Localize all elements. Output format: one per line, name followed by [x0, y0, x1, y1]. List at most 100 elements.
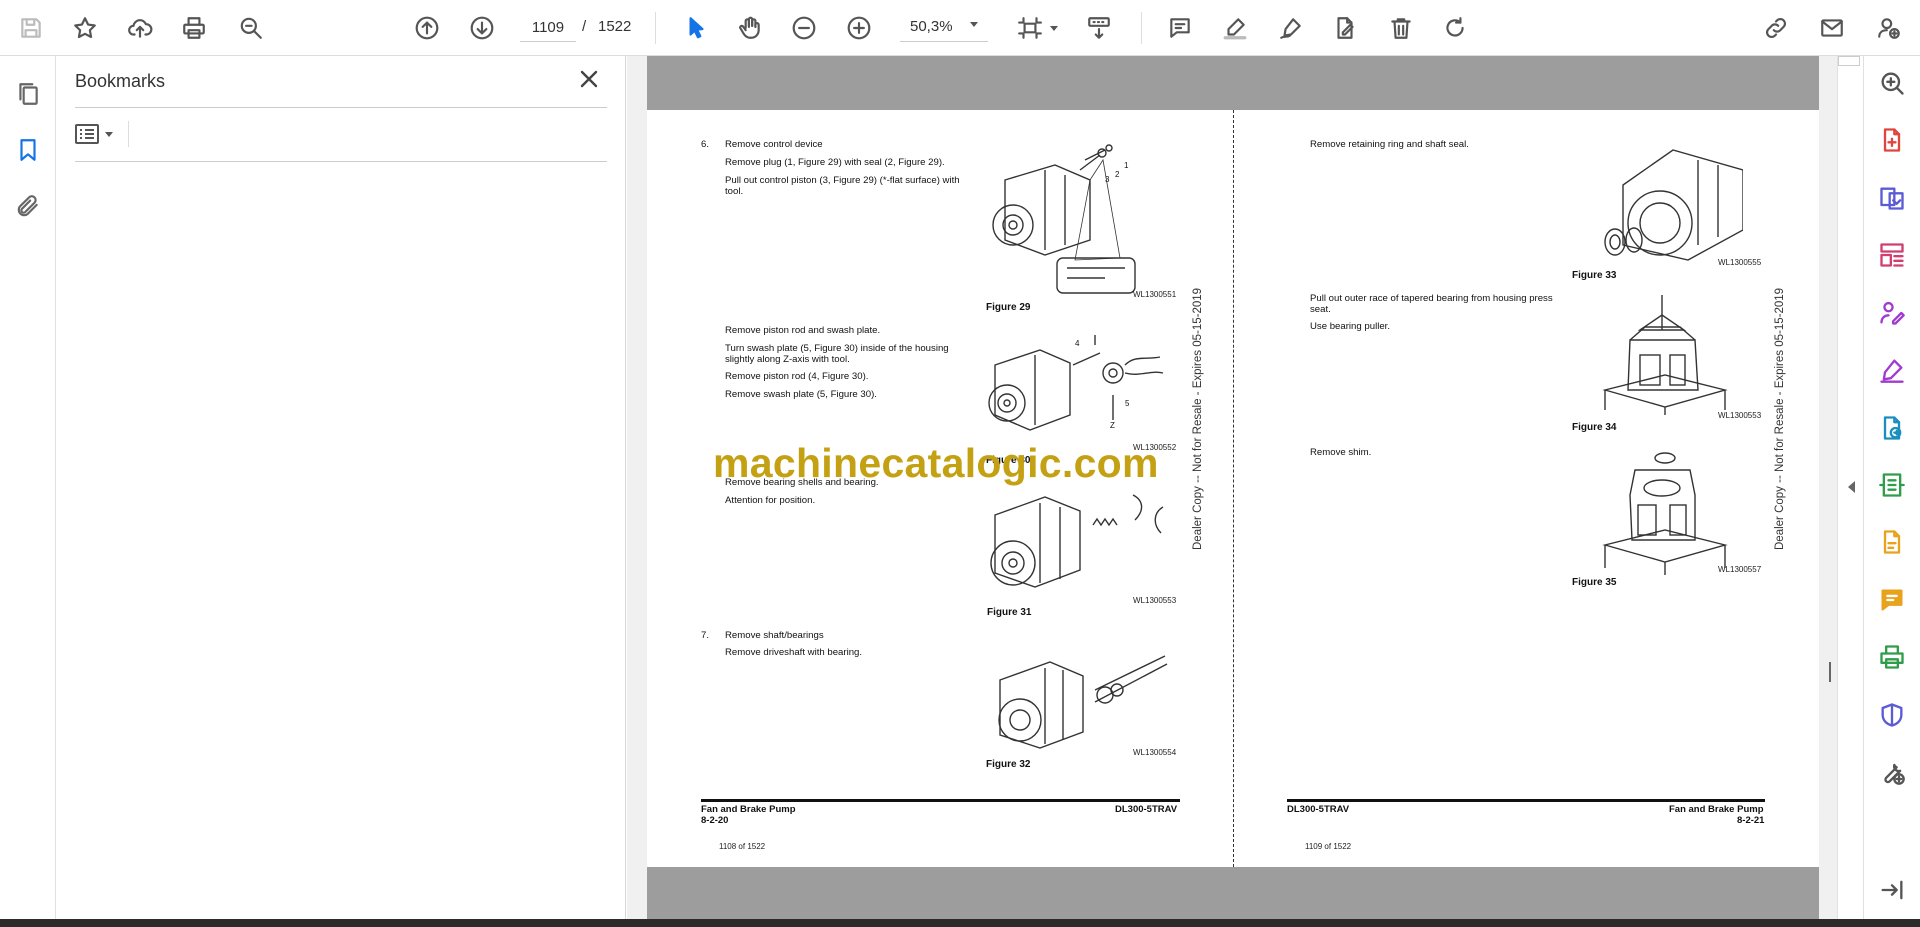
next-page-icon[interactable] [463, 9, 501, 47]
page-number-input[interactable] [520, 14, 576, 42]
page-divider-dashed [1233, 110, 1234, 867]
divider [128, 121, 129, 147]
instruction-text: Remove plug (1, Figure 29) with seal (2,… [725, 157, 945, 168]
footer-page-code: 8-2-21 [1737, 815, 1765, 826]
callout-label: 4 [1075, 339, 1080, 348]
rotate-icon[interactable] [1436, 9, 1474, 47]
chevron-down-icon[interactable] [970, 22, 978, 27]
organize-pages-icon[interactable] [1878, 241, 1908, 271]
instruction-text: Remove driveshaft with bearing. [725, 647, 863, 658]
close-icon[interactable] [577, 67, 605, 95]
pump-illustration [985, 485, 1175, 600]
figure-code: WL1300554 [1133, 748, 1177, 757]
search-zoom-icon[interactable] [1878, 69, 1908, 99]
attachments-paperclip-icon[interactable] [12, 190, 44, 222]
more-tools-wrench-icon[interactable] [1878, 758, 1908, 788]
footer-model: DL300-5TRAV [1115, 804, 1178, 815]
edit-pdf-icon[interactable] [1878, 528, 1908, 558]
pump-illustration [985, 140, 1140, 305]
upload-cloud-icon[interactable] [121, 9, 159, 47]
create-pdf-icon[interactable] [1878, 126, 1908, 156]
step-number: 7. [701, 630, 710, 641]
combine-files-icon[interactable] [1878, 184, 1908, 214]
divider [75, 161, 607, 162]
right-tools-rail [1863, 56, 1920, 919]
page-counter-text: 1108 of 1522 [719, 842, 766, 851]
chevron-down-icon[interactable] [1050, 26, 1058, 31]
print-icon[interactable] [175, 9, 213, 47]
step-title: Remove shaft/bearings [725, 630, 824, 641]
bookmark-options-button[interactable] [75, 119, 125, 149]
zoom-level-value: 50,3% [910, 18, 953, 35]
toolbar-divider [655, 12, 656, 44]
share-link-icon[interactable] [1757, 9, 1795, 47]
pump-illustration [1578, 145, 1744, 270]
page-thumbnails-icon[interactable] [12, 78, 44, 110]
watermark-text: machinecatalogic.com [713, 440, 1159, 486]
comment-tool-icon[interactable] [1878, 586, 1908, 616]
scroll-mode-icon[interactable] [1080, 9, 1118, 47]
step-number: 6. [701, 139, 710, 150]
instruction-text: seat. [1310, 304, 1331, 315]
vertical-dealer-stamp: Dealer Copy -- Not for Resale - Expires … [1774, 287, 1786, 550]
figure-code: WL1300553 [1718, 411, 1762, 420]
figure-code: WL1300553 [1133, 596, 1177, 605]
scrollbar-top-button[interactable] [1838, 56, 1860, 66]
select-cursor-icon[interactable] [677, 9, 715, 47]
collapse-rail-icon[interactable] [1878, 876, 1908, 906]
instruction-text: Use bearing puller. [1310, 321, 1390, 332]
highlight-pen-icon[interactable] [1216, 9, 1254, 47]
protect-shield-icon[interactable] [1878, 701, 1908, 731]
find-zoom-icon[interactable] [232, 9, 270, 47]
instruction-text: Remove shim. [1310, 447, 1372, 458]
print-production-icon[interactable] [1878, 643, 1908, 673]
left-navigation-rail [0, 56, 56, 919]
page-counter-text: 1109 of 1522 [1305, 842, 1352, 851]
bookmark-star-icon[interactable] [66, 9, 104, 47]
request-signature-icon[interactable] [1878, 299, 1908, 329]
callout-label: 1 [1124, 161, 1129, 170]
delete-trash-icon[interactable] [1382, 9, 1420, 47]
export-pdf-icon[interactable] [1878, 414, 1908, 444]
bookmarks-icon[interactable] [12, 134, 44, 166]
instruction-text: Attention for position. [725, 495, 816, 506]
fill-sign-icon[interactable] [1878, 356, 1908, 386]
figure-caption: Figure 29 [986, 302, 1031, 313]
top-toolbar: / 1522 50,3% [0, 0, 1920, 56]
scrollbar-thumb[interactable] [1829, 662, 1831, 682]
previous-page-icon[interactable] [408, 9, 446, 47]
callout-label: 3 [1105, 175, 1110, 184]
email-icon[interactable] [1813, 9, 1851, 47]
instruction-text: Pull out outer race of tapered bearing f… [1310, 293, 1553, 304]
instruction-text: tool. [725, 186, 744, 197]
chevron-down-icon [105, 131, 113, 137]
hand-tool-icon[interactable] [731, 9, 769, 47]
user-account-icon[interactable] [1870, 9, 1908, 47]
figure-code: WL1300551 [1133, 290, 1177, 299]
page-total: 1522 [598, 18, 632, 35]
instruction-text: Pull out control piston (3, Figure 29) (… [725, 175, 960, 186]
callout-label: 5 [1125, 399, 1130, 408]
expand-panel-arrow-icon[interactable] [1848, 481, 1855, 493]
zoom-out-icon[interactable] [785, 9, 823, 47]
zoom-in-icon[interactable] [840, 9, 878, 47]
toolbar-divider [1141, 12, 1142, 44]
draw-signature-icon[interactable] [1272, 9, 1310, 47]
callout-label: Z [1110, 421, 1115, 430]
step-title: Remove control device [725, 139, 823, 150]
page-fit-icon[interactable] [1011, 9, 1049, 47]
pump-illustration [995, 650, 1170, 755]
footer-model: DL300-5TRAV [1287, 804, 1350, 815]
figure-caption: Figure 33 [1572, 270, 1617, 281]
footer-rule [1287, 799, 1765, 802]
compress-pdf-icon[interactable] [1878, 471, 1908, 501]
instruction-text: slightly along Z-axis with tool. [725, 354, 850, 365]
comment-icon[interactable] [1161, 9, 1199, 47]
vertical-dealer-stamp: Dealer Copy -- Not for Resale - Expires … [1192, 287, 1204, 550]
edit-document-icon[interactable] [1326, 9, 1364, 47]
figure-code: WL1300555 [1718, 258, 1762, 267]
save-icon[interactable] [12, 9, 50, 47]
bookmarks-panel: Bookmarks [56, 56, 626, 919]
zoom-level-select[interactable]: 50,3% [900, 14, 988, 42]
page-gap [647, 56, 1819, 110]
